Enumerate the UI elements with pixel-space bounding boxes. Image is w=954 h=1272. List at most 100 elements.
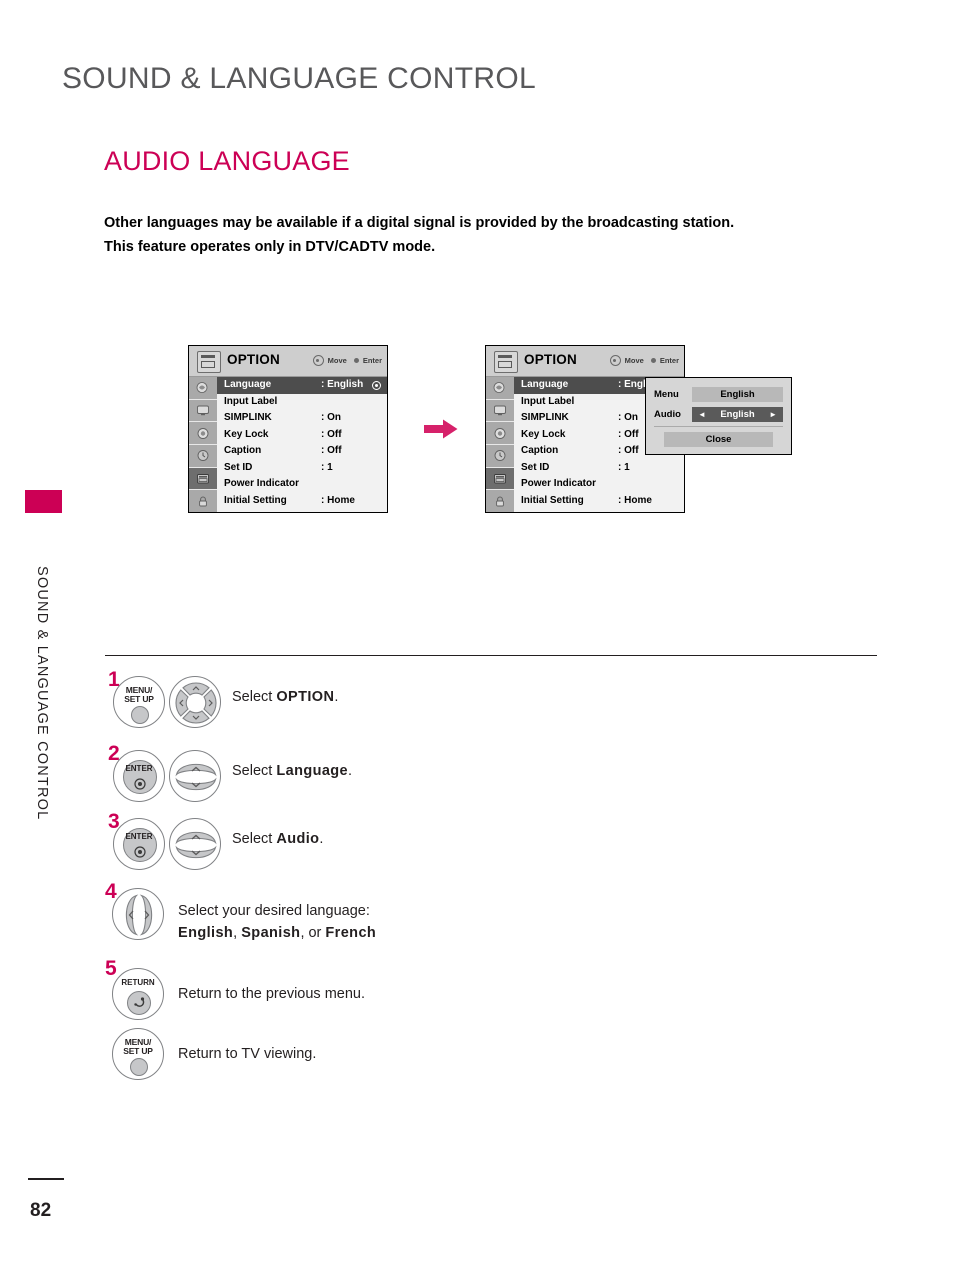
remote-button-dpad-1[interactable] bbox=[169, 676, 221, 728]
step-3-suffix: . bbox=[319, 831, 324, 847]
osd-icon-screen[interactable] bbox=[189, 400, 217, 423]
menu-setup-button-dot[interactable] bbox=[130, 1058, 148, 1076]
popup-row-menu: Menu English bbox=[654, 386, 783, 403]
osd-icon-picture[interactable] bbox=[486, 377, 514, 400]
remote-button-updown-3[interactable] bbox=[169, 818, 221, 870]
popup-menu-value[interactable]: English bbox=[692, 387, 783, 402]
osd-row-value: : Home bbox=[321, 494, 355, 506]
osd-row-value: : Off bbox=[618, 445, 639, 456]
osd-icon-column bbox=[486, 377, 514, 512]
osd-row-set-id[interactable]: Set ID : 1 bbox=[514, 460, 684, 477]
enter-dot-icon bbox=[650, 358, 656, 363]
step-2-prefix: Select bbox=[232, 763, 277, 779]
osd-row-label: Power Indicator bbox=[521, 478, 597, 489]
osd-row-label: Input Label bbox=[224, 395, 278, 407]
osd-icon-option[interactable] bbox=[486, 467, 514, 491]
page-title: SOUND & LANGUAGE CONTROL bbox=[62, 62, 536, 95]
remote-button-enter-2[interactable]: ENTER ENTER bbox=[113, 750, 165, 802]
enter-caption: ENTER bbox=[125, 832, 153, 841]
osd-item-list: Language : English Input Label SIMPLINK … bbox=[217, 377, 387, 512]
intro-line-2: This feature operates only in DTV/CADTV … bbox=[104, 239, 436, 255]
step-text-3: Select Audio. bbox=[232, 828, 323, 850]
hint-enter-label: Enter bbox=[659, 356, 679, 365]
osd-row-language[interactable]: Language : English bbox=[217, 377, 387, 394]
remote-button-leftright-4[interactable] bbox=[112, 888, 164, 940]
osd-row-caption[interactable]: Caption : Off bbox=[217, 443, 387, 460]
osd-row-simplink[interactable]: SIMPLINK : On bbox=[217, 410, 387, 427]
up-down-arrows-icon bbox=[175, 763, 217, 791]
osd-row-value: : Off bbox=[618, 428, 639, 440]
osd-row-power-indicator[interactable]: Power Indicator bbox=[217, 476, 387, 493]
menu-setup-caption: MENU/ SET UP bbox=[114, 686, 164, 704]
osd-row-label: Key Lock bbox=[521, 428, 566, 440]
osd-row-initial-setting[interactable]: Initial Setting : Home bbox=[217, 493, 387, 510]
osd-icon-column bbox=[189, 377, 217, 512]
osd-row-set-id[interactable]: Set ID : 1 bbox=[217, 460, 387, 477]
menu-setup-button-dot[interactable] bbox=[131, 706, 149, 724]
flow-arrow-icon bbox=[424, 419, 458, 439]
popup-audio-value-container[interactable]: ◄ English ► bbox=[692, 407, 783, 422]
up-down-arrows-icon bbox=[175, 831, 217, 859]
osd-row-initial-setting[interactable]: Initial Setting : Home bbox=[514, 493, 684, 510]
osd-icon-audio[interactable] bbox=[486, 422, 514, 446]
time-icon bbox=[494, 450, 506, 462]
osd-title: OPTION bbox=[227, 352, 280, 367]
lang-english: English bbox=[178, 925, 234, 941]
osd-row-value: : Home bbox=[618, 494, 652, 506]
arrow-left-icon[interactable]: ◄ bbox=[698, 407, 706, 422]
osd-row-input-label[interactable]: Input Label bbox=[217, 394, 387, 411]
osd-icon-picture[interactable] bbox=[189, 377, 217, 400]
popup-close-button[interactable]: Close bbox=[664, 432, 773, 447]
osd-row-label: Initial Setting bbox=[224, 494, 287, 506]
osd-panel-before: OPTION Move Enter Language: English Inp… bbox=[188, 345, 388, 513]
step-4-line-1: Select your desired language: bbox=[178, 903, 370, 919]
step-4-sep-2: , or bbox=[300, 925, 326, 941]
step-text-4: Select your desired language: English, S… bbox=[178, 900, 518, 944]
osd-icon-audio[interactable] bbox=[189, 422, 217, 446]
step-3-prefix: Select bbox=[232, 831, 277, 847]
popup-row-audio: Audio ◄ English ► bbox=[654, 406, 783, 423]
osd-icon-option[interactable] bbox=[189, 467, 217, 491]
time-icon bbox=[197, 450, 209, 462]
step-text-5: Return to the previous menu. bbox=[178, 986, 365, 1002]
osd-icon-time[interactable] bbox=[486, 445, 514, 468]
intro-line-1: Other languages may be available if a di… bbox=[104, 215, 735, 231]
osd-icon-lock[interactable] bbox=[486, 490, 514, 512]
step-3-bold: Audio bbox=[276, 831, 320, 847]
osd-row-value: : 1 bbox=[321, 461, 333, 473]
picture-icon bbox=[196, 382, 208, 394]
language-popup: Menu English Audio ◄ English ► Close bbox=[645, 377, 792, 455]
osd-row-key-lock[interactable]: Key Lock : Off bbox=[217, 427, 387, 444]
osd-row-power-indicator[interactable]: Power Indicator bbox=[514, 476, 684, 493]
remote-button-enter-3[interactable]: ENTER bbox=[113, 818, 165, 870]
osd-row-value: : English bbox=[321, 379, 364, 390]
osd-icon-screen[interactable] bbox=[486, 400, 514, 423]
step-2-bold: Language bbox=[276, 763, 349, 779]
side-tab-label: SOUND & LANGUAGE CONTROL bbox=[34, 566, 50, 821]
step-text-2: Select Language. bbox=[232, 760, 352, 782]
menu-line-2: SET UP bbox=[124, 694, 154, 704]
dpad-move-icon bbox=[609, 355, 621, 366]
popup-divider bbox=[654, 426, 783, 427]
osd-row-label: Set ID bbox=[224, 461, 253, 473]
popup-menu-label: Menu bbox=[654, 389, 679, 400]
arrow-right-icon[interactable]: ► bbox=[769, 407, 777, 422]
enter-ring-icon bbox=[134, 846, 146, 858]
step-1-suffix: . bbox=[334, 689, 339, 705]
dpad-icon bbox=[175, 682, 217, 724]
osd-icon-time[interactable] bbox=[189, 445, 217, 468]
osd-row-label: SIMPLINK bbox=[521, 412, 569, 423]
osd-body: Language : English Input Label SIMPLINK … bbox=[189, 377, 387, 512]
page-number: 82 bbox=[30, 1200, 52, 1221]
remote-button-updown-2[interactable] bbox=[169, 750, 221, 802]
osd-hints: Move Enter bbox=[609, 355, 679, 366]
osd-icon-lock[interactable] bbox=[189, 490, 217, 512]
remote-button-return[interactable]: RETURN bbox=[112, 968, 164, 1020]
osd-row-label: Initial Setting bbox=[521, 494, 584, 506]
osd-row-value: : Engl bbox=[618, 379, 646, 390]
osd-row-label: Set ID bbox=[521, 461, 550, 473]
audio-icon bbox=[494, 427, 506, 439]
remote-button-menu-setup-1[interactable]: MENU/ SET UP bbox=[113, 676, 165, 728]
osd-header: OPTION Move Enter bbox=[486, 346, 684, 377]
remote-button-menu-setup-2[interactable]: MENU/ SET UP bbox=[112, 1028, 164, 1080]
